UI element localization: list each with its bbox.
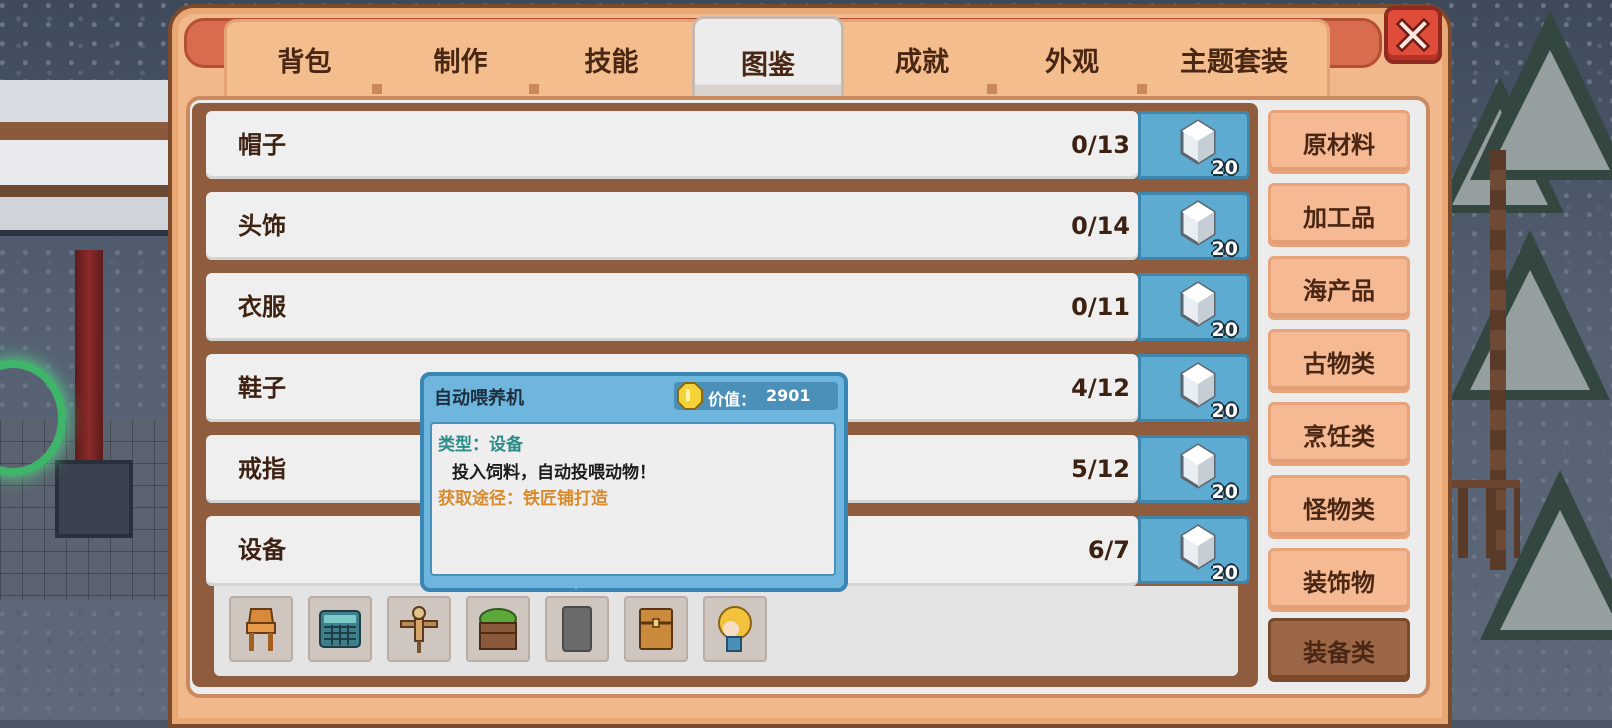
reward-count: 20: [1211, 238, 1238, 260]
item-slot[interactable]: [624, 596, 688, 662]
gold-coin-icon: [677, 382, 703, 410]
row-progress: 0/13: [1071, 131, 1130, 159]
scarecrow-icon: [400, 606, 438, 653]
category-seafood[interactable]: 海产品: [1268, 256, 1410, 320]
locked-slot-icon: [562, 606, 592, 652]
reward-claim-button[interactable]: 20: [1138, 435, 1250, 503]
item-source: 获取途径：铁匠铺打造: [438, 489, 608, 509]
category-cooking[interactable]: 烹饪类: [1268, 402, 1410, 466]
shrine-base: [55, 460, 133, 538]
reward-claim-button[interactable]: 20: [1138, 192, 1250, 260]
tab-theme-sets[interactable]: 主题套装: [1147, 22, 1321, 96]
item-slot[interactable]: [703, 596, 767, 662]
row-name: 帽子: [238, 131, 286, 159]
item-type: 类型：设备: [438, 435, 523, 455]
row-name: 衣服: [238, 293, 286, 321]
row-progress: 4/12: [1071, 374, 1130, 402]
tab-appearance[interactable]: 外观: [997, 22, 1147, 96]
tab-label: 背包: [277, 46, 332, 78]
planter-box-icon: [479, 608, 517, 650]
category-antiques[interactable]: 古物类: [1268, 329, 1410, 393]
tab-label: 主题套装: [1180, 46, 1288, 78]
reward-count: 20: [1211, 319, 1238, 341]
item-description: 投入饲料，自动投喂动物！: [452, 463, 656, 483]
category-raw-materials[interactable]: 原材料: [1268, 110, 1410, 174]
item-slot[interactable]: [387, 596, 451, 662]
reward-claim-button[interactable]: 20: [1138, 273, 1250, 341]
row-name: 头饰: [238, 212, 286, 240]
value-amount: 2901: [766, 386, 811, 405]
tab-skills[interactable]: 技能: [539, 22, 684, 96]
tab-encyclopedia[interactable]: 图鉴: [692, 16, 844, 108]
category-label: 古物类: [1303, 349, 1375, 378]
tab-bar: 背包 制作 技能 图鉴 成就 外观 主题套装: [224, 16, 1330, 108]
tab-label: 技能: [584, 46, 639, 78]
item-slot[interactable]: [545, 596, 609, 662]
item-slot[interactable]: [308, 596, 372, 662]
collection-row-hats[interactable]: 帽子 0/13: [206, 111, 1138, 179]
category-label: 烹饪类: [1303, 422, 1375, 451]
row-progress: 6/7: [1087, 536, 1130, 564]
item-tooltip: 自动喂养机 价值： 2901 类型：设备 投入饲料，自动投喂动物！ 获取途径：铁…: [420, 372, 848, 592]
wooden-chest-icon: [639, 608, 673, 650]
shrine-pillar: [75, 250, 103, 470]
close-button[interactable]: [1384, 6, 1442, 64]
collection-row-headwear[interactable]: 头饰 0/14: [206, 192, 1138, 260]
row-name: 戒指: [238, 455, 286, 483]
close-icon: [1396, 18, 1430, 52]
tab-label: 图鉴: [741, 49, 795, 81]
automatic-feeder-icon: [319, 610, 361, 648]
reward-claim-button[interactable]: 20: [1138, 354, 1250, 422]
row-progress: 5/12: [1071, 455, 1130, 483]
tab-label: 制作: [433, 46, 488, 78]
shrine-roof: [0, 80, 175, 236]
reward-count: 20: [1211, 400, 1238, 422]
category-decorations[interactable]: 装饰物: [1268, 548, 1410, 612]
tab-achievements[interactable]: 成就: [847, 22, 997, 96]
reward-count: 20: [1211, 562, 1238, 584]
category-monsters[interactable]: 怪物类: [1268, 475, 1410, 539]
category-label: 怪物类: [1303, 495, 1375, 524]
item-slot[interactable]: [229, 596, 293, 662]
row-name: 鞋子: [238, 374, 286, 402]
category-processed-goods[interactable]: 加工品: [1268, 183, 1410, 247]
category-label: 装备类: [1303, 638, 1375, 667]
item-value-badge: 价值： 2901: [674, 382, 838, 410]
category-label: 装饰物: [1303, 568, 1375, 597]
tab-crafting[interactable]: 制作: [382, 22, 539, 96]
tooltip-body: 类型：设备 投入饲料，自动投喂动物！ 获取途径：铁匠铺打造: [430, 422, 836, 576]
category-label: 原材料: [1303, 130, 1375, 159]
blonde-character-icon: [718, 606, 752, 652]
snowy-tree: [1450, 230, 1610, 400]
tooltip-title: 自动喂养机: [434, 388, 524, 409]
reward-count: 20: [1211, 157, 1238, 179]
item-slot[interactable]: [466, 596, 530, 662]
reward-claim-button[interactable]: 20: [1138, 516, 1250, 584]
reward-count: 20: [1211, 481, 1238, 503]
wooden-chair-icon: [246, 608, 276, 651]
collection-row-clothes[interactable]: 衣服 0/11: [206, 273, 1138, 341]
reward-claim-button[interactable]: 20: [1138, 111, 1250, 179]
category-equipment[interactable]: 装备类: [1268, 618, 1410, 682]
category-label: 加工品: [1303, 203, 1375, 232]
tab-backpack[interactable]: 背包: [227, 22, 382, 96]
row-progress: 0/14: [1071, 212, 1130, 240]
row-name: 设备: [238, 536, 286, 564]
tab-label: 外观: [1045, 46, 1099, 78]
tab-label: 成就: [895, 46, 949, 78]
category-label: 海产品: [1303, 276, 1375, 305]
value-label: 价值：: [708, 390, 757, 409]
row-progress: 0/11: [1071, 293, 1130, 321]
